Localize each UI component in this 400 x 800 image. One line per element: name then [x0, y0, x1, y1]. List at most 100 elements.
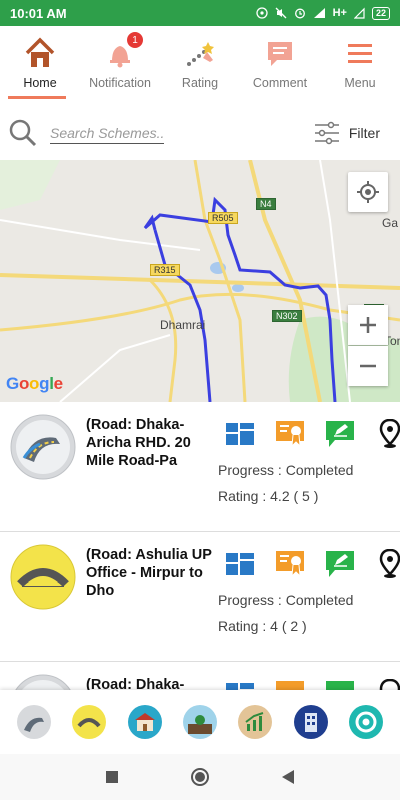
comment-button[interactable] [324, 550, 356, 578]
comment-icon [263, 36, 297, 70]
zoom-out-button[interactable] [348, 346, 388, 386]
plus-icon [360, 317, 376, 333]
map-pin-icon [379, 679, 400, 690]
zoom-in-button[interactable] [348, 305, 388, 345]
building-category-icon[interactable] [127, 705, 162, 739]
land-category-icon[interactable] [182, 705, 217, 739]
comment-button[interactable] [324, 420, 356, 448]
alarm-icon [294, 8, 305, 19]
scheme-title: (Road: Ashulia UP Office - Mirpur to Dho [86, 547, 212, 599]
menu-icon [343, 36, 377, 70]
status-icons: H+ 22 [255, 6, 390, 20]
top-nav: Home 1 Notification Rating Comment Menu [0, 26, 400, 96]
nav-notification-label: Notification [89, 76, 151, 90]
road-shield-r315: R315 [150, 264, 180, 276]
search-row: Filter [0, 112, 400, 154]
settings-category-icon[interactable] [349, 705, 384, 739]
details-button[interactable] [224, 680, 256, 690]
scheme-actions [224, 679, 400, 690]
map-view[interactable]: R505 N4 R315 N302 N3 Dhamrai Ga Ton Goog… [0, 160, 400, 402]
scheme-card[interactable]: (Road: Dhaka-Aricha RHD. 20 Mile Road-Pa… [0, 402, 400, 532]
location-button[interactable] [374, 549, 400, 578]
mute-icon [275, 7, 287, 19]
rating-value: 4.2 [270, 488, 290, 504]
nav-rating[interactable]: Rating [160, 26, 240, 96]
filter-label: Filter [348, 125, 380, 141]
active-tab-indicator [8, 96, 66, 99]
scheme-rating: Rating : 4.2 ( 5 ) [218, 488, 318, 504]
scheme-progress: Progress : Completed [218, 462, 353, 478]
rate-button[interactable] [274, 550, 306, 578]
map-label-dhamrai: Dhamrai [160, 318, 206, 332]
rating-value: 4 [270, 618, 278, 634]
office-category-icon[interactable] [293, 705, 328, 739]
road-icon [10, 414, 76, 480]
recents-icon[interactable] [105, 770, 119, 784]
scheme-list[interactable]: (Road: Dhaka-Aricha RHD. 20 Mile Road-Pa… [0, 402, 400, 690]
feedback-icon [326, 681, 354, 690]
nav-comment[interactable]: Comment [240, 26, 320, 96]
nav-home[interactable]: Home [0, 26, 80, 96]
scheme-card[interactable]: (Road: Dhaka- [0, 662, 400, 690]
google-logo: Google [6, 374, 63, 393]
scheme-progress: Progress : Completed [218, 592, 353, 608]
nav-comment-label: Comment [252, 76, 308, 90]
bridge-icon [10, 544, 76, 610]
bell-icon: 1 [103, 32, 143, 70]
road-category-icon[interactable] [16, 705, 51, 739]
rating-label: Rating : [218, 488, 267, 504]
location-button[interactable] [374, 679, 400, 690]
filter-button[interactable]: Filter [313, 121, 380, 145]
road-shield-r505: R505 [208, 212, 238, 224]
location-button[interactable] [374, 419, 400, 448]
nav-home-label: Home [23, 76, 57, 90]
map-pin-icon [379, 549, 400, 578]
back-icon[interactable] [281, 769, 295, 785]
scheme-title: (Road: Dhaka- [86, 677, 185, 690]
rating-count: ( 5 ) [293, 488, 319, 504]
nav-rating-label: Rating [181, 76, 219, 90]
category-bar [0, 690, 400, 754]
scheme-title: (Road: Dhaka-Aricha RHD. 20 Mile Road-Pa [86, 417, 191, 469]
map-label-ga: Ga [382, 216, 399, 230]
progress-value: Completed [285, 592, 354, 608]
bridge-category-icon[interactable] [72, 705, 107, 739]
dashboard-icon [226, 683, 254, 690]
rate-button[interactable] [274, 420, 306, 448]
progress-label: Progress : [218, 592, 282, 608]
rating-count: ( 2 ) [281, 618, 307, 634]
scheme-card[interactable]: (Road: Ashulia UP Office - Mirpur to Dho… [0, 532, 400, 662]
rating-icon [183, 36, 217, 70]
road-shield-n302: N302 [272, 310, 302, 322]
rating-label: Rating : [218, 618, 267, 634]
signal-icon [313, 8, 325, 18]
growth-category-icon[interactable] [238, 705, 273, 739]
certificate-icon [276, 551, 304, 578]
certificate-icon [276, 681, 304, 690]
progress-value: Completed [285, 462, 354, 478]
status-time: 10:01 AM [10, 5, 67, 21]
nav-notification[interactable]: 1 Notification [80, 26, 160, 96]
my-location-button[interactable] [348, 172, 388, 212]
nav-menu[interactable]: Menu [320, 26, 400, 96]
road-shield-n4: N4 [256, 198, 276, 210]
comment-button[interactable] [324, 680, 356, 690]
feedback-icon [326, 551, 354, 577]
feedback-icon [326, 421, 354, 447]
filter-icon [314, 121, 339, 145]
crosshair-icon [357, 181, 379, 203]
home-button-icon[interactable] [190, 767, 210, 787]
details-button[interactable] [224, 550, 256, 578]
details-button[interactable] [224, 420, 256, 448]
network-type: H+ [332, 7, 347, 19]
search-input[interactable] [50, 122, 164, 144]
map-pin-icon [379, 419, 400, 448]
rate-button[interactable] [274, 680, 306, 690]
scheme-actions [224, 549, 400, 578]
home-icon [23, 36, 57, 70]
notification-badge: 1 [127, 32, 143, 48]
road-icon [10, 674, 76, 690]
search-icon[interactable] [8, 118, 38, 148]
status-bar: 10:01 AM H+ 22 [0, 0, 400, 26]
progress-label: Progress : [218, 462, 282, 478]
